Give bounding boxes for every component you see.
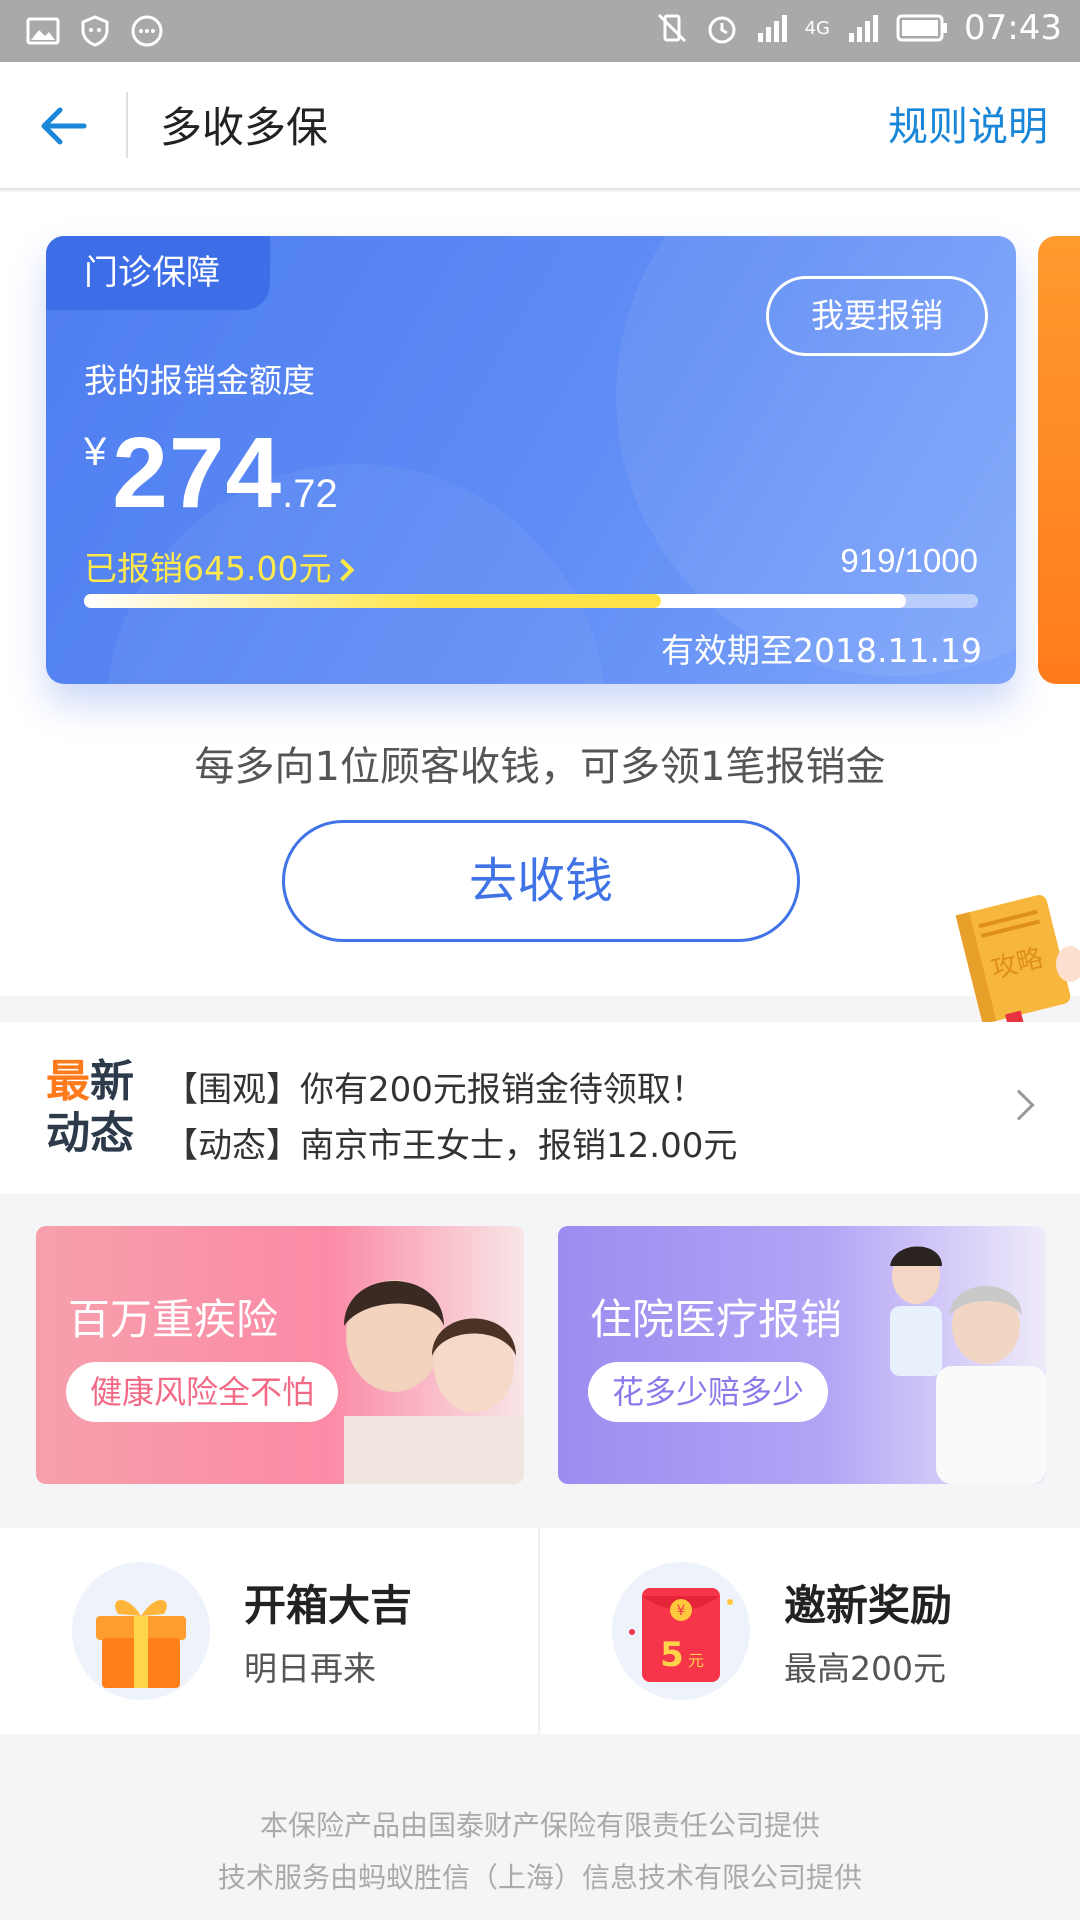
footer-tech-service: 技术服务由蚂蚁胜信（上海）信息技术有限公司提供	[217, 1861, 862, 1894]
collect-money-button[interactable]: 去收钱	[282, 820, 800, 942]
family-photo	[344, 1280, 524, 1484]
open-box-feature[interactable]: 开箱大吉 明日再来	[0, 1528, 540, 1734]
progress-bar	[84, 594, 978, 608]
news-badge: 最新 动态	[46, 1056, 134, 1159]
alarm-icon	[708, 16, 736, 44]
news-item: 【动态】南京市王女士，报销12.00元	[164, 1126, 738, 1166]
validity-date: 有效期至2018.11.19	[661, 631, 982, 670]
guide-book-icon[interactable]: 攻略	[954, 884, 1080, 1034]
battery-icon	[896, 14, 948, 42]
nurse-patient-photo	[890, 1246, 1046, 1484]
used-amount-text: 已报销645.00元	[84, 549, 332, 588]
feature-subtitle: 最高200元	[784, 1649, 946, 1688]
banner-hospital-reimbursement[interactable]: 住院医疗报销 花多少赔多少	[558, 1226, 1046, 1484]
red-envelope-icon: ¥ 5 元	[612, 1562, 750, 1700]
claim-button[interactable]: 我要报销	[766, 276, 988, 356]
banner-tagline: 健康风险全不怕	[66, 1362, 339, 1422]
network-type: 4G	[804, 17, 831, 39]
footer-provider: 本保险产品由国泰财产保险有限责任公司提供	[259, 1809, 820, 1842]
status-bar: 4G 07:43	[0, 0, 1080, 62]
banner-critical-illness[interactable]: 百万重疾险 健康风险全不怕	[36, 1226, 524, 1484]
gallery-icon	[26, 17, 60, 45]
rules-link[interactable]: 规则说明	[888, 94, 1048, 152]
chevron-right-icon	[1003, 1089, 1035, 1121]
clock: 07:43	[964, 8, 1062, 48]
feature-title: 邀新奖励	[784, 1581, 953, 1630]
vibrate-off-icon	[657, 13, 686, 43]
more-dots-icon	[131, 15, 163, 47]
shield-icon	[81, 15, 109, 47]
envelope-amount: 5	[660, 1635, 684, 1675]
news-item: 【围观】你有200元报销金待领取！	[164, 1070, 705, 1110]
invite-reward-feature[interactable]: ¥ 5 元 邀新奖励 最高200元	[540, 1528, 1080, 1734]
used-amount-link[interactable]: 已报销645.00元	[84, 542, 355, 590]
features-section: 开箱大吉 明日再来 ¥ 5 元 邀新奖励 最高200元	[0, 1528, 1080, 1734]
amount-integer: 274	[112, 417, 283, 529]
banner-title: 百万重疾险	[68, 1295, 279, 1344]
gift-box-icon	[72, 1562, 210, 1700]
envelope-currency: ¥	[677, 1603, 686, 1619]
feature-title: 开箱大吉	[244, 1581, 413, 1630]
card-tag: 门诊保障	[46, 236, 270, 310]
used-fill	[84, 594, 661, 608]
signal-icon	[757, 15, 787, 42]
quota-label: 我的报销金额度	[84, 361, 315, 400]
banner-title: 住院医疗报销	[590, 1295, 843, 1344]
quota-card: 门诊保障 我要报销 我的报销金额度 ¥274.72 已报销645.00元 919…	[46, 236, 1016, 684]
nav-bar: 多收多保 规则说明	[0, 62, 1080, 190]
banners-section: 百万重疾险 健康风险全不怕 住院医疗报销 花多少赔多少	[0, 1194, 1080, 1528]
back-arrow-icon[interactable]	[34, 98, 94, 154]
feature-subtitle: 明日再来	[244, 1649, 376, 1688]
page-title: 多收多保	[160, 103, 329, 152]
footer: 本保险产品由国泰财产保险有限责任公司提供 技术服务由蚂蚁胜信（上海）信息技术有限…	[0, 1734, 1080, 1920]
amount-decimal: .72	[282, 472, 338, 516]
quota-amount: ¥274.72	[84, 416, 338, 531]
signal-icon-2	[849, 15, 879, 42]
promo-text: 每多向1位顾客收钱，可多领1笔报销金	[194, 744, 886, 790]
news-section[interactable]: 最新 动态 【围观】你有200元报销金待领取！ 【动态】南京市王女士，报销12.…	[0, 1022, 1080, 1194]
envelope-unit: 元	[688, 1651, 704, 1670]
nav-divider	[126, 92, 128, 158]
next-card-peek[interactable]	[1038, 236, 1080, 684]
chevron-right-icon	[332, 558, 355, 582]
currency-symbol: ¥	[84, 430, 107, 474]
progress-count: 919/1000	[840, 542, 978, 579]
banner-tagline: 花多少赔多少	[588, 1362, 829, 1422]
